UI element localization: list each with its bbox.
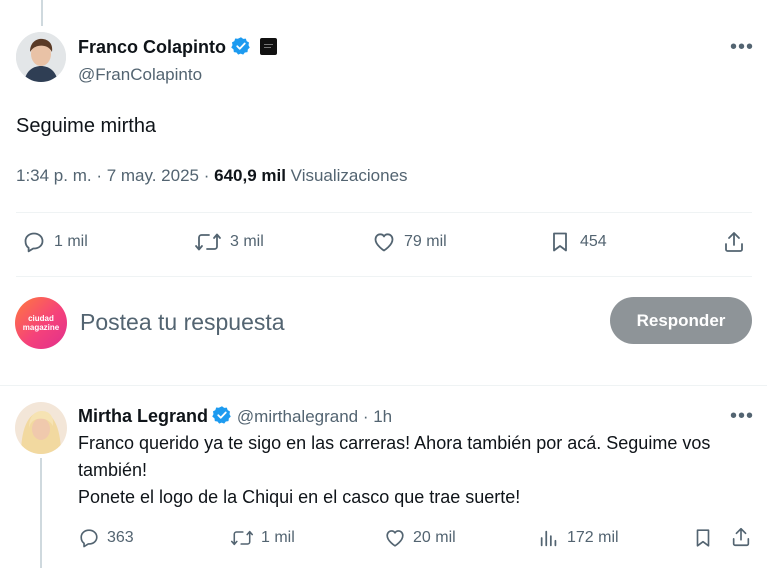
reply-input[interactable]: Postea tu respuesta	[80, 309, 285, 336]
avatar-logo-text: magazine	[22, 323, 60, 332]
reply-count: 1 mil	[54, 233, 88, 250]
like-count: 20 mil	[413, 529, 456, 546]
divider	[0, 385, 767, 386]
author-handle[interactable]: @FranColapinto	[78, 65, 202, 85]
divider	[16, 276, 752, 277]
divider	[16, 212, 752, 213]
reply-count: 363	[107, 529, 134, 546]
reply-button[interactable]: 1 mil	[22, 230, 88, 254]
reply-repost-button[interactable]: 1 mil	[230, 527, 295, 549]
share-icon	[732, 527, 750, 547]
heart-icon	[374, 233, 394, 252]
tweet-text: Seguime mirtha	[16, 115, 157, 137]
current-user-avatar[interactable]: ciudad magazine	[15, 297, 67, 349]
views-count: 172 mil	[567, 529, 619, 546]
reply-like-button[interactable]: 20 mil	[384, 527, 456, 549]
reply-bookmark-button[interactable]	[692, 527, 714, 549]
avatar-logo-text: ciudad	[28, 314, 54, 323]
bookmark-count: 454	[580, 233, 607, 250]
affiliate-badge-icon	[260, 38, 278, 55]
more-options-icon[interactable]: •••	[730, 406, 754, 426]
verified-badge-icon	[212, 406, 232, 424]
reply-thread-line	[40, 458, 42, 568]
reply-timestamp[interactable]: · 1h	[358, 407, 392, 426]
author-name[interactable]: Franco Colapinto	[78, 36, 278, 58]
bookmark-icon	[696, 529, 710, 547]
responder-button[interactable]: Responder	[610, 297, 752, 344]
reply-reply-button[interactable]: 363	[78, 527, 134, 549]
reply-icon	[24, 232, 44, 253]
reply-author-name[interactable]: Mirtha Legrand	[78, 406, 208, 426]
reply-text: Franco querido ya te sigo en las carrera…	[78, 430, 758, 511]
share-button[interactable]	[722, 230, 746, 254]
share-icon	[725, 232, 743, 252]
analytics-icon	[540, 530, 557, 547]
tweet-metadata: 1:34 p. m. · 7 may. 2025 · 640,9 mil Vis…	[16, 166, 408, 186]
repost-count: 1 mil	[261, 529, 295, 546]
verified-badge-icon	[231, 37, 250, 55]
reply-header: Mirtha Legrand @mirthalegrand · 1h	[78, 405, 392, 427]
tweet-timestamp[interactable]: 1:34 p. m. · 7 may. 2025 ·	[16, 166, 214, 185]
repost-icon	[230, 530, 254, 546]
bookmark-button[interactable]: 454	[548, 230, 607, 254]
reply-icon	[80, 529, 98, 548]
reply-author-avatar[interactable]	[15, 402, 67, 454]
reply-views-button[interactable]: 172 mil	[538, 527, 619, 549]
like-count: 79 mil	[404, 233, 447, 250]
views-count: 640,9 mil	[214, 166, 286, 185]
repost-icon	[195, 233, 221, 251]
thread-connector-line	[41, 0, 43, 26]
bookmark-icon	[553, 232, 567, 252]
more-options-icon[interactable]: •••	[730, 37, 754, 57]
reply-author-handle[interactable]: @mirthalegrand	[237, 407, 358, 426]
reply-text-line: Franco querido ya te sigo en las carrera…	[78, 433, 711, 453]
author-avatar[interactable]	[16, 32, 66, 82]
repost-count: 3 mil	[230, 233, 264, 250]
views-label: Visualizaciones	[285, 166, 408, 185]
reply-share-button[interactable]	[730, 526, 752, 548]
repost-button[interactable]: 3 mil	[194, 230, 264, 254]
like-button[interactable]: 79 mil	[372, 230, 447, 254]
reply-text-line: Ponete el logo de la Chiqui en el casco …	[78, 487, 521, 507]
avatar-photo-icon	[16, 32, 66, 82]
heart-icon	[386, 530, 404, 547]
reply-text-line: también!	[78, 460, 148, 480]
avatar-photo-icon	[15, 402, 67, 454]
